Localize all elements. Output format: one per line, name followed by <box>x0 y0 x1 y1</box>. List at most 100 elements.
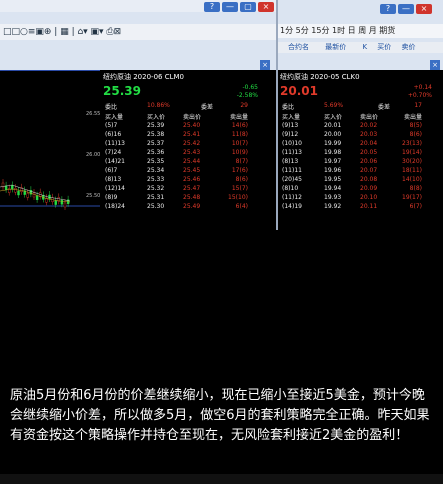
ask-price: 20.08 <box>360 176 378 183</box>
period-week[interactable]: 周 <box>358 26 366 35</box>
caption-text: 原油5月份和6月份的价差继续缩小，现在已缩小至接近5美金，预计今晚会继续缩小价差… <box>10 388 430 443</box>
help-button-right[interactable]: ? <box>380 4 396 14</box>
bid-qty: (7)24 <box>105 149 122 156</box>
header-ask-qty: 卖出量 <box>229 114 248 121</box>
bid-price: 19.93 <box>324 194 342 201</box>
bid-qty: (18)24 <box>105 203 125 210</box>
col-k[interactable]: K <box>362 43 367 51</box>
ratio-value: 10.86% <box>147 102 170 109</box>
panel-close-icon-right[interactable]: × <box>430 60 440 70</box>
price-change: -0.65 <box>242 84 258 91</box>
toolbar-icons[interactable]: □□○≡▣⊕ | ▦ | ⌂▾ ▣▾ ⎙⊠ <box>3 27 121 37</box>
ask-price: 20.04 <box>360 140 378 147</box>
bid-price: 19.99 <box>324 140 342 147</box>
close-button-right[interactable]: × <box>416 4 432 14</box>
ask-qty: 19(17) <box>402 194 422 201</box>
bid-qty: (11)12 <box>282 194 302 201</box>
bid-price: 25.38 <box>147 131 165 138</box>
table-row: (7)24 25.36 25.43 10(9) <box>103 149 262 157</box>
ask-qty: 8(5) <box>409 122 422 129</box>
bid-price: 19.97 <box>324 158 342 165</box>
bid-price: 25.39 <box>147 122 165 129</box>
bid-price: 25.37 <box>147 140 165 147</box>
period-15min[interactable]: 15分 <box>311 26 329 35</box>
candle-body <box>17 190 20 196</box>
header-bid-price: 买入价 <box>324 114 343 121</box>
table-row: (11)13 25.37 25.42 10(7) <box>103 140 262 148</box>
panel-title: 纽约原油 2020-05 CLK0 <box>280 73 360 81</box>
period-5min[interactable]: 5分 <box>296 26 309 35</box>
ask-qty: 6(7) <box>409 203 422 210</box>
close-button[interactable]: × <box>258 2 274 12</box>
ratio-value: 5.69% <box>324 102 344 109</box>
ask-price: 20.10 <box>360 194 378 201</box>
ask-qty: 10(9) <box>231 149 248 156</box>
last-price: 25.39 <box>103 84 141 98</box>
bid-price: 25.32 <box>147 185 165 192</box>
bid-qty: (14)19 <box>282 203 302 210</box>
left-toolbar[interactable]: □□○≡▣⊕ | ▦ | ⌂▾ ▣▾ ⎙⊠ <box>0 24 276 40</box>
bid-price: 20.00 <box>324 131 342 138</box>
ratio-label: 委比 <box>282 104 295 111</box>
bid-price: 19.98 <box>324 149 342 156</box>
table-row: (11)11 19.96 20.07 18(11) <box>280 167 436 175</box>
maximize-button[interactable]: ▢ <box>240 2 256 12</box>
table-row: (14)21 25.35 25.44 8(7) <box>103 158 262 166</box>
order-ratio-row: 委比 5.69% 委差 17 <box>280 102 436 111</box>
ask-price: 20.07 <box>360 167 378 174</box>
price-change-pct: +0.70% <box>407 92 432 99</box>
table-header: 买入量 买入价 卖出价 卖出量 <box>103 112 262 121</box>
bid-price: 19.94 <box>324 185 342 192</box>
period-day[interactable]: 日 <box>348 26 356 35</box>
ask-price: 25.47 <box>183 185 201 192</box>
ask-price: 25.44 <box>183 158 201 165</box>
bid-qty: (9)12 <box>282 131 299 138</box>
diff-label: 委差 <box>378 104 391 111</box>
panel-title: 纽约原油 2020-06 CLM0 <box>103 73 184 81</box>
axis-tick-3: 25.50 <box>86 193 101 199</box>
bid-qty: (10)10 <box>282 140 302 147</box>
table-row: (11)13 19.98 20.05 19(14) <box>280 149 436 157</box>
period-month[interactable]: 月 <box>369 26 377 35</box>
axis-tick-2: 26.00 <box>86 152 101 158</box>
ask-qty: 10(7) <box>231 140 248 147</box>
ask-qty: 14(6) <box>231 122 248 129</box>
table-row: (8)13 25.33 25.46 8(6) <box>103 176 262 184</box>
help-button[interactable]: ? <box>204 2 220 12</box>
minimize-button[interactable]: — <box>222 2 238 12</box>
diff-value: 29 <box>240 102 248 109</box>
ask-qty: 8(6) <box>409 131 422 138</box>
col-last[interactable]: 最新价 <box>325 43 346 51</box>
bid-price: 19.92 <box>324 203 342 210</box>
period-futures[interactable]: 期货 <box>379 26 395 35</box>
ask-qty: 8(7) <box>235 158 248 165</box>
header-ask-price: 卖出价 <box>183 114 202 121</box>
bid-price: 25.35 <box>147 158 165 165</box>
period-1min[interactable]: 1分 <box>280 26 293 35</box>
bid-qty: (14)21 <box>105 158 125 165</box>
ask-qty: 15(10) <box>228 194 248 201</box>
bid-qty: (6)7 <box>105 167 118 174</box>
ratio-label: 委比 <box>105 104 118 111</box>
table-row: (8)10 19.94 20.09 8(8) <box>280 185 436 193</box>
header-ask-qty: 卖出量 <box>403 114 422 121</box>
ask-qty: 6(4) <box>235 203 248 210</box>
panel-close-icon[interactable]: × <box>260 60 270 70</box>
col-contract[interactable]: 合约名 <box>288 43 309 51</box>
col-bid[interactable]: 买价 <box>377 43 391 51</box>
right-window-buttons: ? — × <box>380 2 440 14</box>
ask-qty: 17(6) <box>231 167 248 174</box>
bid-qty: (9)13 <box>282 122 299 129</box>
ask-qty: 19(14) <box>402 149 422 156</box>
minimize-button-right[interactable]: — <box>398 4 414 14</box>
quote-panel-clm0: 纽约原油 2020-06 CLM0 25.39 -0.65 -2.58% 委比 … <box>101 70 264 230</box>
ask-price: 20.02 <box>360 122 378 129</box>
order-ratio-row: 委比 10.86% 委差 29 <box>103 102 262 111</box>
table-header: 买入量 买入价 卖出价 卖出量 <box>280 112 436 121</box>
table-row: (12)14 25.32 25.47 15(7) <box>103 185 262 193</box>
bid-qty: (8)9 <box>105 194 118 201</box>
period-1hour[interactable]: 1时 <box>332 26 345 35</box>
price-chart[interactable] <box>0 70 100 231</box>
bid-qty: (12)14 <box>105 185 125 192</box>
col-ask[interactable]: 卖价 <box>402 43 416 51</box>
